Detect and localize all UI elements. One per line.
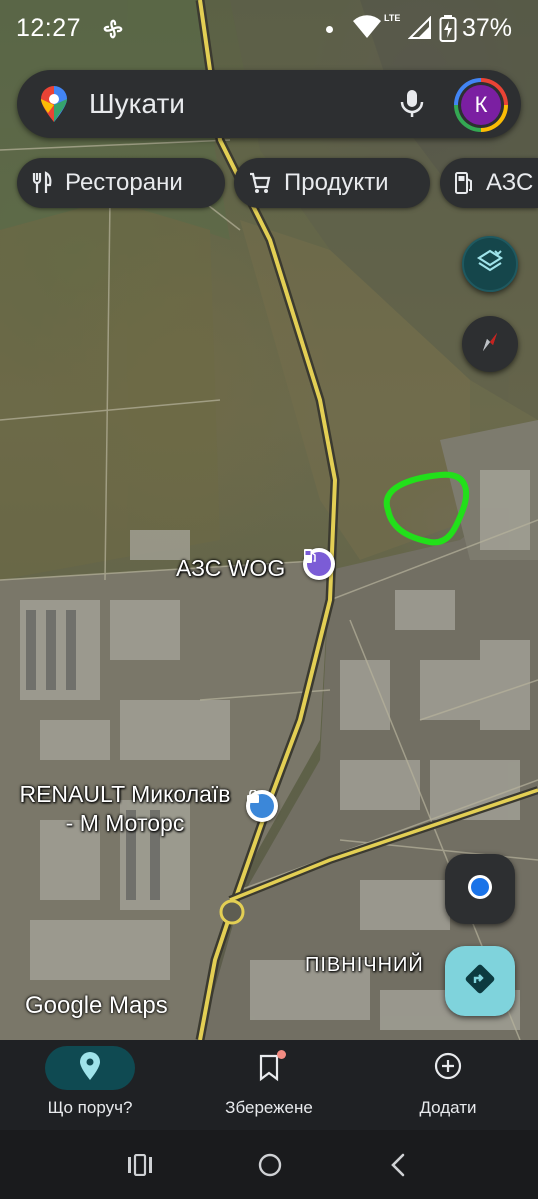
bookmark-icon (257, 1050, 286, 1082)
chip-restaurants-label: Ресторани (65, 169, 183, 196)
poi-label-renault-line1: RENAULT Миколаїв (19, 781, 231, 807)
layers-icon (476, 248, 504, 281)
directions-icon (463, 962, 497, 1001)
google-maps-logo: Google Maps (25, 992, 168, 1019)
microphone-icon[interactable] (399, 88, 425, 125)
compass-button[interactable] (462, 316, 518, 372)
wifi-icon (352, 14, 382, 45)
status-bar: 12:27 LTE 37% (0, 0, 538, 58)
network-type: LTE (384, 13, 401, 23)
nav-contribute-indicator (403, 1046, 493, 1090)
gas-station-icon (304, 549, 331, 576)
chip-groceries[interactable]: Продукти (234, 158, 430, 208)
recents-icon[interactable] (127, 1153, 153, 1181)
status-time: 12:27 (16, 14, 82, 42)
poi-label-renault-line2: - М Моторс (65, 810, 185, 836)
bottom-navigation: Що поруч? Збережене Додати (0, 1040, 538, 1130)
poi-label-gas-station[interactable]: АЗС WOG (176, 555, 285, 582)
gas-station-icon (454, 171, 474, 195)
district-label: ПІВНІЧНИЙ (305, 954, 424, 976)
directions-button[interactable] (445, 946, 515, 1016)
home-icon[interactable] (257, 1152, 283, 1183)
poi-pin-gas-station[interactable] (303, 548, 335, 580)
battery-icon (439, 15, 457, 48)
chip-gas-stations[interactable]: АЗС (440, 158, 538, 208)
add-circle-icon (433, 1051, 463, 1086)
nav-explore-indicator (45, 1046, 135, 1090)
avatar-letter: К (461, 85, 501, 125)
avatar-frame: К (458, 82, 504, 128)
notification-dot-icon (326, 26, 333, 33)
my-location-button[interactable] (445, 854, 515, 924)
search-bar[interactable]: Шукати К (17, 70, 521, 138)
location-pin-icon (78, 1051, 102, 1086)
chip-groceries-label: Продукти (284, 169, 389, 196)
chip-restaurants[interactable]: Ресторани (17, 158, 225, 208)
fan-icon (100, 16, 126, 47)
back-icon[interactable] (388, 1152, 408, 1183)
nav-saved-indicator (224, 1046, 314, 1090)
nav-item-contribute[interactable]: Додати (358, 1040, 538, 1130)
fork-knife-icon (31, 171, 53, 195)
compass-icon (475, 327, 505, 362)
account-avatar[interactable]: К (454, 78, 508, 132)
nav-contribute-label: Додати (419, 1098, 477, 1117)
battery-percent: 37% (462, 14, 513, 42)
cart-icon (248, 171, 272, 195)
search-input[interactable]: Шукати (89, 88, 185, 120)
my-location-icon (465, 872, 495, 907)
layers-button[interactable] (462, 236, 518, 292)
nav-item-explore[interactable]: Що поруч? (0, 1040, 180, 1130)
signal-icon (407, 15, 432, 45)
poi-pin-renault[interactable] (246, 790, 278, 822)
system-navigation-bar (0, 1130, 538, 1199)
shopping-bag-icon (247, 790, 274, 818)
nav-saved-label: Збережене (225, 1098, 313, 1117)
google-maps-pin-icon (39, 85, 69, 128)
notification-badge (277, 1050, 286, 1059)
nav-item-saved[interactable]: Збережене (179, 1040, 359, 1130)
poi-label-renault[interactable]: RENAULT Миколаїв - М Моторс (10, 780, 240, 838)
nav-explore-label: Що поруч? (47, 1098, 133, 1117)
chip-gas-stations-label: АЗС (486, 169, 534, 196)
